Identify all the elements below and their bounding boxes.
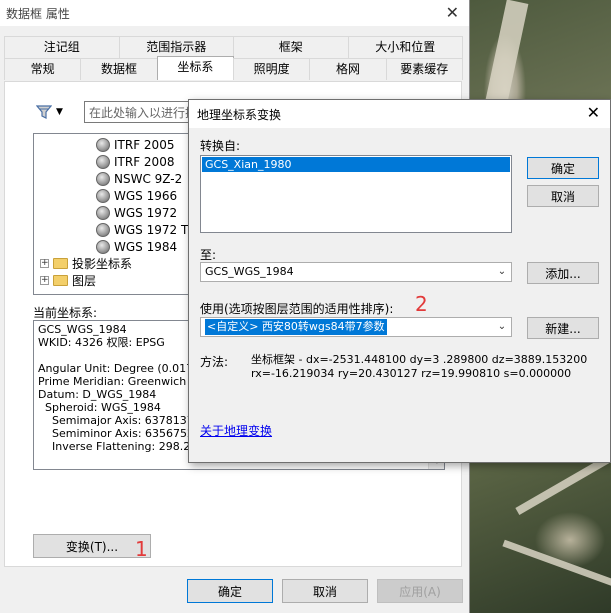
convert-to-value: GCS_WGS_1984 (205, 265, 294, 278)
filter-button[interactable]: ▼ (36, 102, 76, 122)
tree-item-label: ITRF 2008 (114, 154, 175, 169)
properties-title: 数据框 属性 (6, 6, 70, 21)
globe-icon (96, 154, 110, 169)
tree-item-label: WGS 1984 (114, 239, 178, 254)
globe-icon (96, 188, 110, 203)
method-label: 方法: (200, 355, 229, 369)
search-input[interactable]: 在此处输入以进行搜 (84, 101, 194, 123)
tab-size-position[interactable]: 大小和位置 (347, 36, 463, 58)
tree-item-label: WGS 1972 TB (114, 222, 193, 237)
tab-data-frame[interactable]: 数据框 (80, 58, 158, 80)
convert-to-label: 至: (200, 248, 217, 262)
tab-row-bottom: 常规 数据框 坐标系 照明度 格网 要素缓存 (4, 56, 463, 80)
add-button[interactable]: 添加... (527, 262, 599, 284)
tree-item[interactable]: WGS 1966 (96, 187, 177, 204)
tab-illumination[interactable]: 照明度 (232, 58, 311, 80)
apply-button[interactable]: 应用(A) (377, 579, 463, 603)
current-coordinate-system-label: 当前坐标系: (33, 306, 98, 320)
ok-button[interactable]: 确定 (527, 157, 599, 179)
transform-button[interactable]: 变换(T)... (33, 534, 151, 558)
chevron-down-icon: ⌄ (497, 266, 507, 277)
transformation-titlebar: 地理坐标系变换 ✕ (189, 100, 610, 128)
tree-item-label: ITRF 2005 (114, 137, 175, 152)
tree-item-label: WGS 1966 (114, 188, 178, 203)
ok-button[interactable]: 确定 (187, 579, 273, 603)
using-label: 使用(选项按图层范围的适用性排序): (200, 302, 394, 316)
properties-titlebar: 数据框 属性 ✕ (0, 0, 469, 26)
chevron-down-icon: ⌄ (497, 321, 507, 332)
tree-item[interactable]: ITRF 2005 (96, 136, 174, 153)
tree-folder-label: 图层 (72, 274, 97, 288)
folder-icon (53, 275, 68, 286)
chevron-down-icon: ▼ (56, 107, 63, 117)
close-icon[interactable]: ✕ (446, 3, 459, 22)
globe-icon (96, 222, 110, 237)
tree-item[interactable]: WGS 1972 (96, 204, 177, 221)
expand-icon[interactable]: + (40, 276, 49, 285)
globe-icon (96, 171, 110, 186)
tree-item[interactable]: WGS 1972 TB (96, 221, 193, 238)
using-transformation-select[interactable]: <自定义> 西安80转wgs84带7参数 ⌄ (200, 317, 512, 337)
transformation-title: 地理坐标系变换 (197, 107, 282, 122)
convert-from-list[interactable]: GCS_Xian_1980 (200, 155, 512, 233)
close-icon[interactable]: ✕ (587, 103, 600, 122)
globe-icon (96, 239, 110, 254)
list-item-selected[interactable]: GCS_Xian_1980 (202, 157, 510, 172)
about-transformations-link[interactable]: 关于地理变换 (200, 422, 272, 439)
tab-extent-indicators[interactable]: 范围指示器 (118, 36, 234, 58)
method-parameters-line1: 坐标框架 - dx=-2531.448100 dy=3 .289800 dz=3… (251, 353, 588, 366)
tree-item-label: NSWC 9Z-2 (114, 171, 183, 186)
annotation-number: 2 (415, 292, 428, 316)
filter-icon (36, 105, 52, 119)
annotation-number: 1 (135, 537, 148, 561)
tree-item-label: WGS 1972 (114, 205, 178, 220)
tab-coordinate-system[interactable]: 坐标系 (156, 56, 234, 80)
tab-general[interactable]: 常规 (4, 58, 82, 80)
globe-icon (96, 205, 110, 220)
tree-item[interactable]: WGS 1984 (96, 238, 177, 255)
tree-item[interactable]: NSWC 9Z-2 (96, 170, 182, 187)
cancel-button[interactable]: 取消 (282, 579, 368, 603)
tab-feature-cache[interactable]: 要素缓存 (385, 58, 463, 80)
tree-folder[interactable]: + 图层 (40, 272, 96, 289)
tab-grids[interactable]: 格网 (309, 58, 387, 80)
expand-icon[interactable]: + (40, 259, 49, 268)
geographic-transformation-dialog: 地理坐标系变换 ✕ 转换自: GCS_Xian_1980 确定 取消 至: GC… (188, 99, 611, 463)
folder-icon (53, 258, 68, 269)
tab-annotation-groups[interactable]: 注记组 (4, 36, 120, 58)
tab-row-top: 注记组 范围指示器 框架 大小和位置 (4, 36, 463, 58)
tree-folder[interactable]: + 投影坐标系 (40, 255, 132, 272)
tree-folder-label: 投影坐标系 (72, 257, 133, 271)
cancel-button[interactable]: 取消 (527, 185, 599, 207)
map-road (502, 539, 611, 588)
coordinate-system-tree[interactable]: ITRF 2005 ITRF 2008 NSWC 9Z-2 WGS 1966 W… (33, 133, 193, 295)
convert-from-label: 转换自: (200, 139, 241, 153)
new-button[interactable]: 新建... (527, 317, 599, 339)
tab-frame[interactable]: 框架 (233, 36, 349, 58)
globe-icon (96, 137, 110, 152)
tree-item[interactable]: ITRF 2008 (96, 153, 174, 170)
using-transformation-value: <自定义> 西安80转wgs84带7参数 (205, 319, 387, 335)
convert-to-select[interactable]: GCS_WGS_1984 ⌄ (200, 262, 512, 282)
method-parameters-line2: rx=-16.219034 ry=20.430127 rz=19.990810 … (251, 367, 572, 380)
